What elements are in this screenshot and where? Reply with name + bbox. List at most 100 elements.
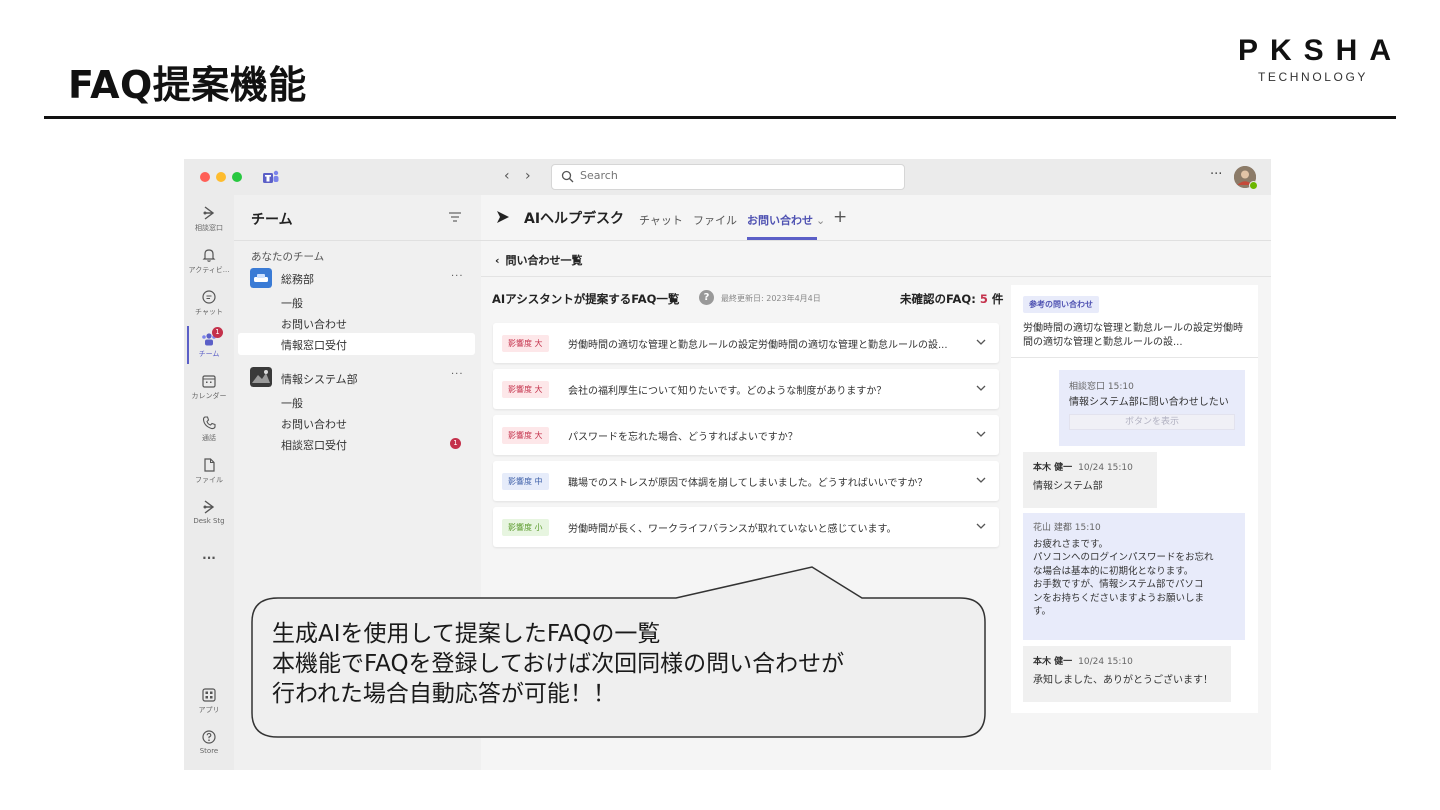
team-name[interactable]: 情報システム部 xyxy=(281,371,358,387)
message-line: お疲れさまです。 xyxy=(1033,538,1109,550)
faq-row[interactable]: 影響度 大 労働時間の適切な管理と勤怠ルールの設定労働時間の適切な管理と勤怠ルー… xyxy=(493,323,999,363)
reference-inquiry-label: 参考の問い合わせ xyxy=(1023,296,1099,313)
nav-forward-icon[interactable]: › xyxy=(525,168,531,184)
phone-icon xyxy=(202,416,216,430)
window-zoom-dot[interactable] xyxy=(232,172,242,182)
divider xyxy=(1011,357,1258,358)
teams-panel-title: チーム xyxy=(251,212,293,228)
tab-files[interactable]: ファイル xyxy=(693,212,737,228)
channel-item[interactable]: 一般 xyxy=(281,395,303,411)
message-time: 10/24 15:10 xyxy=(1078,657,1133,667)
chevron-down-icon[interactable] xyxy=(975,520,987,532)
chat-message: 本木 健一 10/24 15:10 情報システム部 xyxy=(1023,452,1157,508)
faq-row[interactable]: 影響度 中 職場でのストレスが原因で体調を崩してしまいました。どうすればいいです… xyxy=(493,461,999,501)
ai-helpdesk-app-icon xyxy=(497,211,509,223)
channel-item-selected[interactable]: 情報窓口受付 xyxy=(238,333,475,355)
back-to-inquiry-list[interactable]: ‹ 問い合わせ一覧 xyxy=(495,252,583,268)
nav-back-icon[interactable]: ‹ xyxy=(504,168,510,184)
your-teams-heading: あなたのチーム xyxy=(251,251,325,263)
title-bar: ‹ › ··· xyxy=(184,159,1271,195)
chevron-down-icon[interactable] xyxy=(975,428,987,440)
faq-question: 労働時間が長く、ワークライフバランスが取れていないと感じています。 xyxy=(568,524,897,535)
store-help-icon xyxy=(202,730,216,744)
window-minimize-dot[interactable] xyxy=(216,172,226,182)
rail-item-apps[interactable]: アプリ xyxy=(184,687,234,715)
unconfirmed-faq-count: 未確認のFAQ: 5 件 xyxy=(900,291,1003,307)
faq-row[interactable]: 影響度 大 会社の福利厚生について知りたいです。どのような制度がありますか？ xyxy=(493,369,999,409)
channel-item[interactable]: お問い合わせ xyxy=(281,316,347,332)
rail-item-teams[interactable]: 1 チーム xyxy=(184,327,234,359)
channel-header: AIヘルプデスク チャット ファイル お問い合わせ ⌄ + xyxy=(481,195,1271,241)
rail-label: カレンダー xyxy=(191,392,227,400)
rail-item-help-desk[interactable]: 相談窓口 xyxy=(184,205,234,233)
logo-main-text: PKSHA xyxy=(1238,34,1404,67)
team-more-icon[interactable]: ··· xyxy=(451,369,464,380)
rail-label: 通話 xyxy=(202,434,216,442)
channel-item[interactable]: 相談窓口受付 xyxy=(281,437,347,453)
apps-icon xyxy=(202,688,216,702)
more-apps-icon[interactable]: ··· xyxy=(184,551,234,565)
back-label: 問い合わせ一覧 xyxy=(505,254,583,267)
chevron-down-icon[interactable] xyxy=(975,474,987,486)
faq-question: 職場でのストレスが原因で体調を崩してしまいました。どうすればいいですか？ xyxy=(568,478,928,489)
chevron-down-icon[interactable] xyxy=(975,382,987,394)
unconfirmed-label: 未確認のFAQ: xyxy=(900,292,976,306)
add-tab-icon[interactable]: + xyxy=(833,207,847,227)
rail-item-files[interactable]: ファイル xyxy=(184,457,234,485)
impact-badge: 影響度 大 xyxy=(502,335,549,352)
faq-row[interactable]: 影響度 小 労働時間が長く、ワークライフバランスが取れていないと感じています。 xyxy=(493,507,999,547)
team-general-affairs-icon xyxy=(250,268,272,288)
teams-logo-icon xyxy=(263,170,279,183)
faq-question: 労働時間の適切な管理と勤怠ルールの設定労働時間の適切な管理と勤怠ルールの設... xyxy=(568,340,948,351)
more-options-icon[interactable]: ··· xyxy=(1210,167,1222,182)
search-icon xyxy=(561,170,574,183)
faq-row[interactable]: 影響度 大 パスワードを忘れた場合、どうすればよいですか？ xyxy=(493,415,999,455)
filter-icon[interactable] xyxy=(448,211,462,223)
chevron-left-icon: ‹ xyxy=(495,254,500,267)
rail-item-chat[interactable]: チャット xyxy=(184,289,234,317)
message-meta: 本木 健一 10/24 15:10 xyxy=(1033,461,1147,475)
tab-label: お問い合わせ xyxy=(747,214,813,227)
callout-text: 生成AIを使用して提案したFAQの一覧 本機能でFAQを登録しておけば次回同様の… xyxy=(272,619,992,709)
tab-chat[interactable]: チャット xyxy=(639,212,683,228)
teams-panel-header: チーム xyxy=(234,195,481,241)
chat-message: 相談窓口 15:10 情報システム部に問い合わせしたい ボタンを表示 xyxy=(1059,370,1245,446)
chat-message: 花山 建都 15:10 お疲れさまです。 パソコンへのログインパスワードをお忘れ… xyxy=(1023,513,1245,640)
team-more-icon[interactable]: ··· xyxy=(451,271,464,282)
rail-item-desk-stg[interactable]: Desk Stg xyxy=(184,499,234,525)
search-box[interactable] xyxy=(551,164,905,190)
rail-label: アプリ xyxy=(198,706,220,714)
impact-badge: 影響度 大 xyxy=(502,427,549,444)
message-time: 15:10 xyxy=(1074,523,1101,533)
chat-message: 本木 健一 10/24 15:10 承知しました、ありがとうございます！ xyxy=(1023,646,1231,702)
rail-item-calendar[interactable]: カレンダー xyxy=(184,373,234,401)
rail-item-calls[interactable]: 通話 xyxy=(184,415,234,443)
message-line: お手数ですが、情報システム部でパソコ xyxy=(1033,579,1204,590)
rail-label: チーム xyxy=(198,350,220,358)
rail-item-activity[interactable]: アクティビ... xyxy=(184,247,234,275)
message-sender: 本木 健一 xyxy=(1033,657,1073,667)
rail-item-store[interactable]: Store xyxy=(184,729,234,755)
faq-question: パスワードを忘れた場合、どうすればよいですか？ xyxy=(568,432,798,443)
show-button[interactable]: ボタンを表示 xyxy=(1069,414,1235,430)
reference-inquiry-text: 労働時間の適切な管理と勤怠ルールの設定労働時間の適切な管理と勤怠ルールの設... xyxy=(1023,323,1243,348)
chevron-down-icon: ⌄ xyxy=(816,214,826,227)
message-meta: 花山 建都 15:10 xyxy=(1033,522,1235,536)
channel-item[interactable]: 一般 xyxy=(281,295,303,311)
message-meta: 相談窓口 15:10 xyxy=(1069,380,1235,394)
unread-badge: 1 xyxy=(450,438,461,449)
channel-item[interactable]: お問い合わせ xyxy=(281,416,347,432)
team-name[interactable]: 総務部 xyxy=(281,271,314,287)
chevron-down-icon[interactable] xyxy=(975,336,987,348)
impact-badge: 影響度 小 xyxy=(502,519,549,536)
impact-badge: 影響度 中 xyxy=(502,473,549,490)
bell-icon xyxy=(202,249,216,262)
user-avatar[interactable] xyxy=(1234,166,1258,190)
message-text: 情報システム部 xyxy=(1033,481,1103,492)
rail-label: Desk Stg xyxy=(193,517,225,525)
tab-inquiries[interactable]: お問い合わせ ⌄ xyxy=(747,212,825,228)
window-close-dot[interactable] xyxy=(200,172,210,182)
unconfirmed-unit: 件 xyxy=(991,292,1004,306)
help-icon[interactable]: ? xyxy=(699,290,714,305)
search-input[interactable] xyxy=(580,169,880,182)
